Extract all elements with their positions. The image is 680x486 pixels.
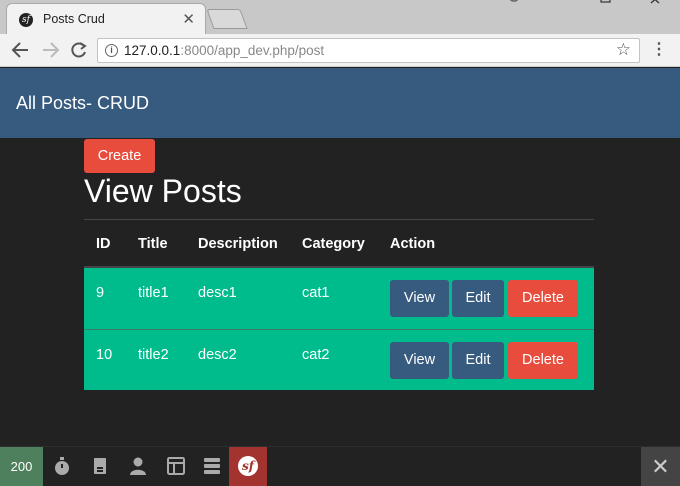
symfony-logo-icon[interactable]: sf [229, 447, 267, 486]
delete-button[interactable]: Delete [508, 342, 578, 379]
window-close-icon[interactable] [650, 0, 662, 4]
page-title: View Posts [84, 173, 242, 209]
delete-button[interactable]: Delete [508, 280, 578, 317]
tab-title: Posts Crud [43, 12, 105, 26]
info-icon[interactable]: i [105, 44, 118, 57]
column-header-category: Category [302, 236, 365, 252]
reload-icon[interactable] [68, 41, 90, 59]
status-code-badge[interactable]: 200 [0, 447, 43, 486]
database-icon[interactable] [201, 456, 223, 476]
window-restore-icon[interactable] [600, 0, 612, 4]
browser-tabstrip: sf Posts Crud ✕ [0, 0, 680, 34]
user-icon[interactable] [127, 456, 149, 476]
view-button[interactable]: View [390, 342, 449, 379]
address-bar[interactable]: i 127.0.0.1:8000/app_dev.php/post ☆ [97, 38, 640, 63]
table-row: 10 title2 desc2 cat2 View Edit Delete [84, 329, 594, 390]
toolbar-close-icon[interactable]: ✕ [641, 447, 680, 486]
cell-id: 10 [96, 347, 113, 363]
tab-close-icon[interactable]: ✕ [182, 10, 195, 28]
create-button[interactable]: Create [84, 139, 155, 173]
browser-menu-icon[interactable]: ⋮ [651, 39, 667, 59]
table-row: 9 title1 desc1 cat1 View Edit Delete [84, 268, 594, 329]
symfony-debug-toolbar: 200 sf ✕ [0, 446, 680, 486]
cell-description: desc1 [198, 285, 237, 301]
url-path: :8000/app_dev.php/post [180, 43, 325, 58]
column-header-id: ID [96, 236, 111, 252]
cell-title: title2 [138, 347, 169, 363]
app-navbar: All Posts- CRUD [0, 68, 680, 138]
stopwatch-icon[interactable] [51, 456, 73, 476]
browser-tab[interactable]: sf Posts Crud ✕ [6, 3, 206, 34]
url-text: 127.0.0.1:8000/app_dev.php/post [124, 43, 324, 58]
column-header-title: Title [138, 236, 168, 252]
url-host: 127.0.0.1 [124, 43, 181, 58]
navbar-brand[interactable]: All Posts- CRUD [16, 93, 149, 114]
cell-category: cat1 [302, 285, 330, 301]
window-minimize-icon[interactable] [506, 0, 522, 4]
symfony-favicon-icon: sf [19, 13, 33, 27]
title-divider [84, 219, 594, 220]
edit-button[interactable]: Edit [452, 342, 504, 379]
column-header-action: Action [390, 236, 436, 252]
twig-templates-icon[interactable] [165, 456, 187, 476]
cell-category: cat2 [302, 347, 330, 363]
browser-toolbar: i 127.0.0.1:8000/app_dev.php/post ☆ ⋮ [0, 34, 680, 67]
forward-icon[interactable] [40, 41, 62, 59]
column-header-description: Description [198, 236, 278, 252]
cell-title: title1 [138, 285, 169, 301]
edit-button[interactable]: Edit [452, 280, 504, 317]
cell-id: 9 [96, 285, 105, 301]
bookmark-star-icon[interactable]: ☆ [616, 40, 631, 60]
new-tab-button[interactable] [206, 9, 248, 29]
memory-icon[interactable] [89, 456, 111, 476]
back-icon[interactable] [9, 41, 31, 59]
view-button[interactable]: View [390, 280, 449, 317]
cell-description: desc2 [198, 347, 237, 363]
